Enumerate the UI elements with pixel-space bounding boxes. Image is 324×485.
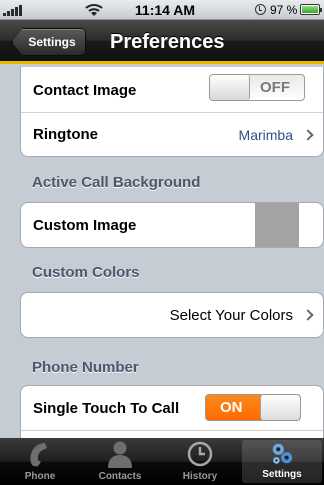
tab-label: Phone bbox=[24, 471, 56, 482]
next-row[interactable] bbox=[21, 430, 323, 438]
select-colors-label: Select Your Colors bbox=[169, 306, 293, 324]
single-touch-switch[interactable]: ON bbox=[205, 394, 301, 421]
phone-icon bbox=[30, 443, 47, 467]
tab-history[interactable]: History bbox=[160, 438, 240, 485]
gears-icon bbox=[272, 443, 293, 464]
contact-image-row[interactable]: Contact Image OFF bbox=[21, 67, 323, 112]
ringtone-row[interactable]: Ringtone Marimba bbox=[21, 112, 323, 156]
page-title: Preferences bbox=[110, 31, 225, 53]
ringtone-value: Marimba bbox=[238, 126, 293, 143]
preferences-list[interactable]: Contact Image OFF Ringtone Marimba Activ… bbox=[0, 67, 324, 438]
clock-icon bbox=[187, 441, 213, 467]
select-colors-row[interactable]: Select Your Colors bbox=[21, 293, 323, 337]
phone-number-group: Single Touch To Call ON bbox=[20, 385, 324, 438]
battery-icon bbox=[300, 4, 322, 15]
tab-label: History bbox=[182, 471, 218, 482]
active-call-group: Custom Image bbox=[20, 202, 324, 248]
navigation-bar: Settings Preferences bbox=[0, 20, 324, 64]
chevron-right-icon bbox=[302, 128, 314, 141]
custom-image-preview[interactable] bbox=[255, 203, 299, 247]
alarm-clock-icon bbox=[255, 4, 266, 15]
tab-settings[interactable]: Settings bbox=[242, 440, 322, 483]
tab-label: Contacts bbox=[98, 471, 142, 482]
custom-image-label: Custom Image bbox=[33, 216, 137, 234]
section-header-phone-number: Phone Number bbox=[32, 359, 139, 376]
custom-image-row[interactable]: Custom Image bbox=[21, 203, 323, 247]
status-bar: 11:14 AM 97 % bbox=[0, 0, 324, 20]
switch-state-label: ON bbox=[220, 399, 243, 416]
switch-state-label: OFF bbox=[260, 79, 290, 96]
tab-label: Settings bbox=[262, 469, 302, 480]
tab-bar: Phone Contacts History Settings bbox=[0, 438, 324, 485]
battery-percent: 97 % bbox=[270, 3, 298, 17]
section-header-custom-colors: Custom Colors bbox=[32, 264, 140, 281]
contact-image-label: Contact Image bbox=[33, 81, 137, 99]
contact-group: Contact Image OFF Ringtone Marimba bbox=[20, 67, 324, 157]
tab-phone[interactable]: Phone bbox=[0, 438, 80, 485]
ringtone-label: Ringtone bbox=[33, 126, 98, 143]
back-button[interactable]: Settings bbox=[12, 28, 86, 56]
person-icon bbox=[108, 441, 132, 468]
tab-contacts[interactable]: Contacts bbox=[80, 438, 160, 485]
section-header-active-call: Active Call Background bbox=[32, 174, 201, 191]
chevron-right-icon bbox=[302, 309, 314, 321]
switch-knob bbox=[260, 395, 300, 420]
single-touch-row[interactable]: Single Touch To Call ON bbox=[21, 386, 323, 430]
custom-colors-group: Select Your Colors bbox=[20, 292, 324, 338]
switch-knob bbox=[210, 75, 250, 100]
contact-image-switch[interactable]: OFF bbox=[209, 74, 305, 101]
single-touch-label: Single Touch To Call bbox=[33, 399, 180, 417]
